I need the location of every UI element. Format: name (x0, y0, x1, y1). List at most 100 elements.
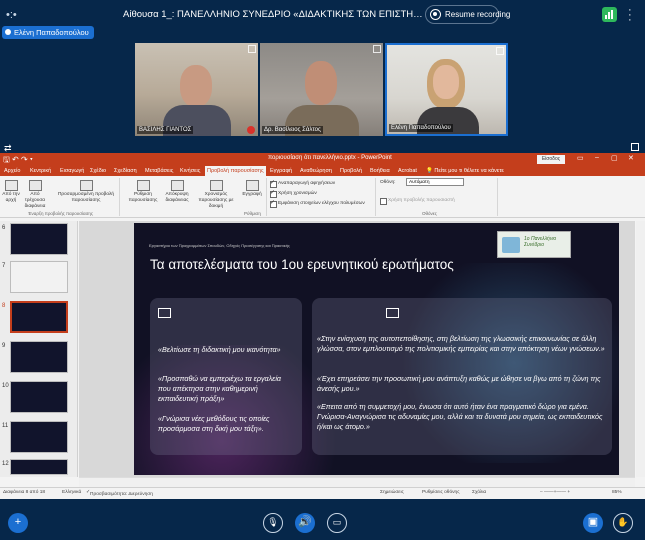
slideshow-icon (28, 180, 42, 191)
muted-icon (247, 126, 255, 134)
ppt-title-bar: 🖫 ↶ ↷ ▾ ποριουσίαση ότι πανελλήνιο.pptx … (0, 153, 645, 165)
sign-in-button[interactable]: Είσοδος (537, 155, 565, 164)
fullscreen-icon[interactable] (631, 143, 639, 151)
group-options: Αναπαραγωγή αφηγήσεων Χρήση χρονισμών Εμ… (268, 178, 376, 216)
group-start-slideshow: Από την αρχή Από τρέχουσα διαφάνεια Προσ… (0, 178, 120, 216)
right-quote-card: «Στην ενίσχυση της αυτοπεποίθησης, στη β… (312, 298, 612, 455)
from-current-label: Από τρέχουσα διαφάνεια (24, 192, 46, 209)
tab-animations[interactable]: Κινήσεις (178, 166, 202, 176)
expand-icon[interactable] (496, 47, 504, 55)
record-slideshow-icon (245, 180, 259, 191)
mute-microphone-icon[interactable]: 🎙 (263, 513, 283, 533)
conference-logo: 1ο Πανελλήνιο Συνέδριο (497, 231, 571, 258)
from-beginning-button[interactable]: Από την αρχή (2, 180, 20, 204)
tab-acrobat[interactable]: Acrobat (396, 166, 419, 176)
more-options-icon[interactable]: · · · (628, 5, 632, 26)
group-label: Οθόνες (422, 211, 437, 216)
hide-slide-icon (170, 180, 184, 191)
screen-share-icon[interactable]: ▣ (583, 513, 603, 533)
powerpoint-window: 🖫 ↶ ↷ ▾ ποριουσίαση ότι πανελλήνιο.pptx … (0, 153, 645, 499)
thumb-number: 9 (2, 343, 6, 349)
slide-thumbnail[interactable] (10, 223, 68, 255)
tab-insert[interactable]: Εισαγωγή (58, 166, 86, 176)
tab-draw[interactable]: Σχέδιο (88, 166, 108, 176)
vertical-scrollbar[interactable] (636, 221, 645, 477)
maximize-icon[interactable]: ▢ (611, 154, 618, 162)
user-list-toggle-icon[interactable]: •:• (6, 9, 17, 21)
slideshow-icon (4, 180, 18, 191)
presenter-badge: Ελένη Παπαδοπούλου (2, 26, 94, 39)
ribbon: Από την αρχή Από τρέχουσα διαφάνεια Προσ… (0, 176, 645, 218)
slide-thumbnail[interactable] (10, 341, 68, 373)
ribbon-display-icon[interactable]: ▭ (577, 154, 584, 162)
webcam-2[interactable]: Δρ. Βασίλειος Σάλτος (260, 43, 383, 136)
monitor-select[interactable]: Αυτόματη (406, 178, 464, 186)
tab-design[interactable]: Σχεδίαση (112, 166, 139, 176)
tab-file[interactable]: Αρχείο (2, 166, 22, 176)
record-button[interactable]: Εγγραφή (240, 180, 264, 198)
current-slide[interactable]: Εργαστήριο των Προγραμμάτων Σπουδών, Οδη… (134, 223, 619, 475)
ribbon-tabs: Αρχείο Κεντρική Εισαγωγή Σχέδιο Σχεδίαση… (0, 165, 645, 176)
document-title: ποριουσίαση ότι πανελλήνιο.pptx - PowerP… (268, 155, 392, 161)
thumb-number: 10 (2, 383, 9, 389)
webcam-name: ΒΑΣΙΛΗΣ ΓΙΑΝΤΟΣ (137, 126, 194, 134)
quote: «Προσπαθώ να εμπεριέχω τα εργαλεία που α… (158, 374, 282, 403)
tab-review[interactable]: Αναθεώρηση (298, 166, 334, 176)
thumb-number: 11 (2, 423, 9, 429)
webcam-1[interactable]: ΒΑΣΙΛΗΣ ΓΙΑΝΤΟΣ (135, 43, 258, 136)
quote: «Έχει επηρεάσει την προσωπική μου ανάπτυ… (317, 374, 601, 393)
slide-thumbnail[interactable] (10, 381, 68, 413)
tab-home[interactable]: Κεντρική (28, 166, 53, 176)
webcam-3[interactable]: Ελένη Παπαδοπούλου (385, 43, 508, 136)
meeting-window: •:• Αίθουσα 1_: ΠΑΝΕΛΛΗΝΙΟ ΣΥΝΕΔΡΙΟ «ΔΙΔ… (0, 0, 645, 540)
hide-slide-button[interactable]: Απόκρυψη διαφάνειας (162, 180, 192, 204)
tell-me-label: Πείτε μου τι θέλετε να κάνετε (434, 168, 504, 174)
custom-show-icon (79, 180, 93, 191)
notes-button[interactable]: Σημειώσεις (380, 490, 404, 495)
resume-recording-button[interactable]: Resume recording (425, 5, 510, 24)
slide-thumbnail-selected[interactable] (10, 301, 68, 333)
presenter-view-checkbox[interactable]: Χρήση προβολής παρουσιαστή (380, 198, 455, 205)
close-icon[interactable]: ✕ (628, 154, 634, 162)
camera-icon[interactable]: ▭ (327, 513, 347, 533)
meeting-topbar: •:• Αίθουσα 1_: ΠΑΝΕΛΛΗΝΙΟ ΣΥΝΕΔΡΙΟ «ΔΙΔ… (0, 0, 645, 30)
webcam-name: Δρ. Βασίλειος Σάλτος (262, 126, 323, 134)
use-timings-checkbox[interactable]: Χρήση χρονισμών (270, 189, 317, 198)
zoom-slider[interactable]: – ——+—— + (540, 490, 570, 495)
custom-show-label: Προσαρμοσμένη προβολή παρουσίασης (57, 192, 115, 203)
thumb-number: 8 (2, 303, 6, 309)
connection-stats-icon[interactable] (602, 7, 617, 22)
tab-record[interactable]: Εγγραφή (268, 166, 294, 176)
from-current-button[interactable]: Από τρέχουσα διαφάνεια (22, 180, 48, 210)
slide-thumbnail[interactable] (10, 459, 68, 475)
tab-help[interactable]: Βοήθεια (368, 166, 392, 176)
comments-button[interactable]: Σχόλια (472, 490, 486, 495)
slide-thumbnail[interactable] (10, 421, 68, 453)
horizontal-scrollbar[interactable] (79, 477, 635, 487)
room-title: Αίθουσα 1_: ΠΑΝΕΛΛΗΝΙΟ ΣΥΝΕΔΡΙΟ «ΔΙΔΑΚΤΙ… (123, 9, 423, 20)
expand-icon[interactable] (248, 45, 256, 53)
accessibility-status[interactable]: ✓ Προσβασιμότητα: Διερεύνηση (86, 490, 153, 497)
setup-slideshow-button[interactable]: Ρύθμιση παρουσίασης (126, 180, 160, 204)
laptop-icon (386, 308, 399, 318)
group-label: Ρύθμιση (244, 211, 261, 216)
slide-thumbnail[interactable] (10, 261, 68, 293)
minimize-icon[interactable]: – (595, 154, 599, 161)
raise-hand-icon[interactable]: ✋ (613, 513, 633, 533)
zoom-level[interactable]: 85% (612, 490, 622, 495)
expand-icon[interactable] (373, 45, 381, 53)
audio-icon[interactable]: 🔊 (295, 513, 315, 533)
tell-me-search[interactable]: 💡 Πείτε μου τι θέλετε να κάνετε (424, 166, 506, 176)
play-narrations-checkbox[interactable]: Αναπαραγωγή αφηγήσεων (270, 179, 335, 188)
group-label: Έναρξη προβολής παρουσίασης (28, 211, 94, 216)
tab-slideshow[interactable]: Προβολή παρουσίασης (205, 166, 266, 176)
custom-show-button[interactable]: Προσαρμοσμένη προβολή παρουσίασης (56, 180, 116, 204)
logo-text: 1ο Πανελλήνιο Συνέδριο (524, 236, 557, 248)
display-settings-button[interactable]: Ρυθμίσεις οθόνης (422, 490, 460, 495)
rehearse-timings-button[interactable]: Χρονισμός παρουσίασης με δοκιμή (194, 180, 238, 210)
add-action-icon[interactable]: + (8, 513, 28, 533)
tab-view[interactable]: Προβολή (338, 166, 364, 176)
tab-transitions[interactable]: Μεταβάσεις (143, 166, 175, 176)
thumb-number: 12 (2, 461, 9, 467)
show-media-controls-checkbox[interactable]: Εμφάνιση στοιχείων ελέγχου πολυμέσων (270, 199, 365, 208)
